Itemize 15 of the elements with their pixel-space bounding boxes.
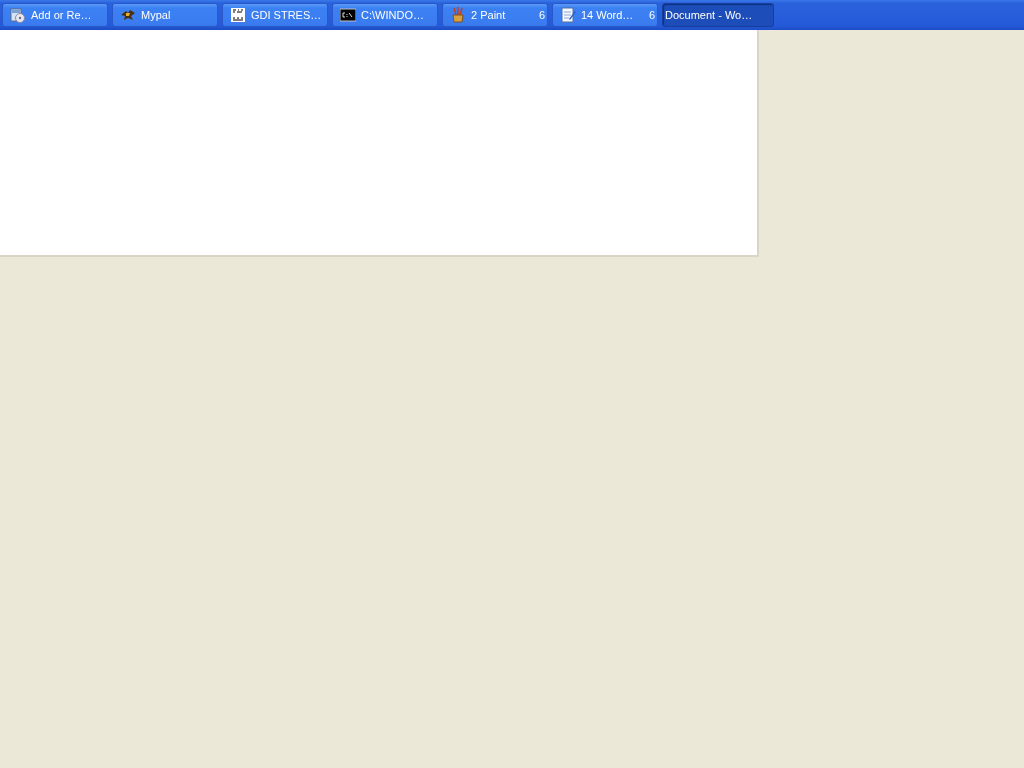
taskbar-button[interactable]: 2 Paint 6	[442, 3, 548, 27]
console-icon	[340, 7, 356, 23]
taskbar-button[interactable]: C:\WINDO…	[332, 3, 438, 27]
paint-cup-icon	[450, 7, 466, 23]
count-label: 6	[648, 9, 655, 21]
cd-box-icon	[10, 7, 26, 23]
taskbar-button[interactable]: 14 Word… 6	[552, 3, 658, 27]
notepad-icon	[560, 7, 576, 23]
count-label: 6	[538, 9, 545, 21]
taskbar-button[interactable]: Add or Re…	[2, 3, 108, 27]
document-icon	[230, 7, 246, 23]
taskbar-button[interactable]: Document - Wo…	[662, 3, 774, 27]
taskbar-button[interactable]: GDI STRES…	[222, 3, 328, 27]
taskbar-button[interactable]: Mypal	[112, 3, 218, 27]
bird-icon	[120, 7, 136, 23]
